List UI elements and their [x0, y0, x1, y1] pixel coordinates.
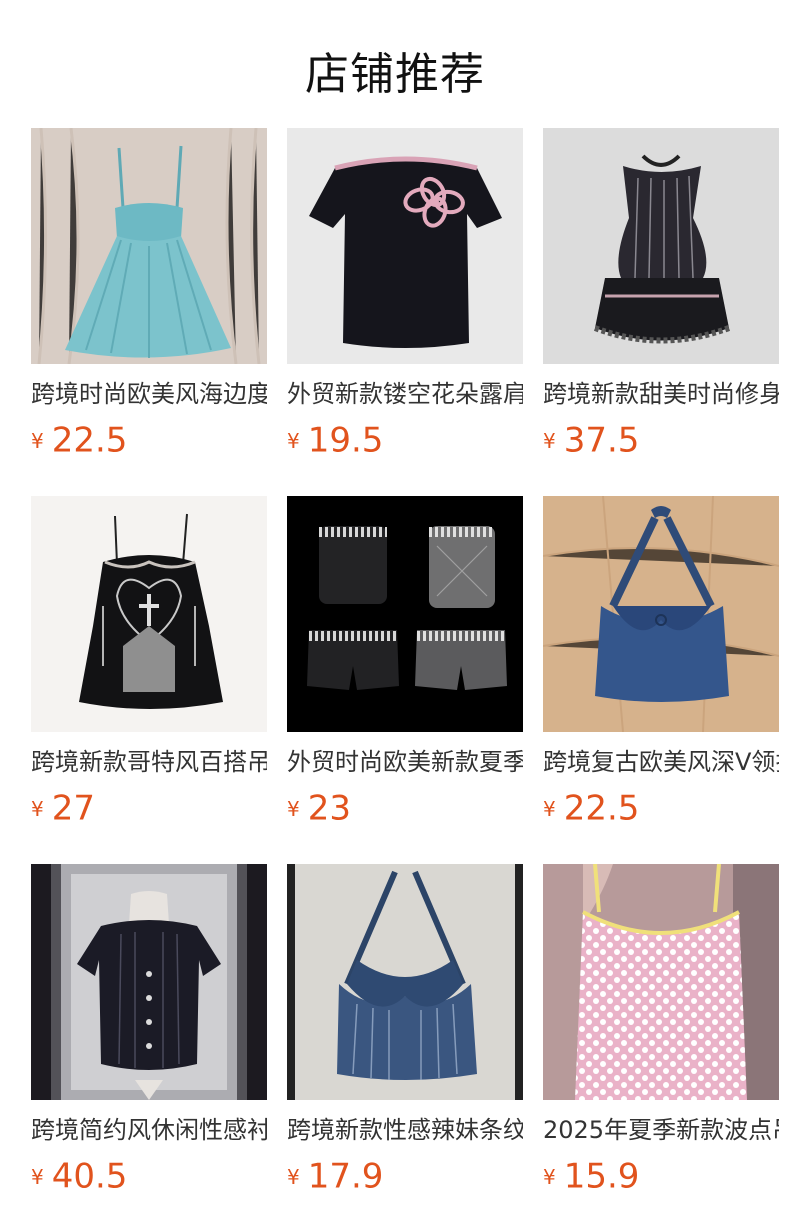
product-image[interactable] [287, 496, 523, 732]
product-price: ¥22.5 [31, 420, 267, 461]
product-name[interactable]: 跨境复古欧美风深V领挂脖上衣 [543, 746, 779, 778]
product-image[interactable] [287, 864, 523, 1100]
product-image[interactable] [31, 864, 267, 1100]
product-image[interactable] [543, 496, 779, 732]
currency-symbol: ¥ [31, 1164, 44, 1189]
product-image[interactable] [287, 128, 523, 364]
lace-bandeau-set-image [287, 496, 523, 732]
product-name[interactable]: 跨境新款性感辣妹条纹挂脖上衣 [287, 1114, 523, 1146]
product-card[interactable]: 外贸新款镂空花朵露肩短袖T恤 ¥19.5 [287, 128, 523, 478]
currency-symbol: ¥ [543, 796, 556, 821]
product-card[interactable]: 跨境复古欧美风深V领挂脖上衣 ¥22.5 [543, 496, 779, 846]
striped-halter-top-image [287, 864, 523, 1100]
price-value: 27 [51, 788, 95, 829]
product-name[interactable]: 跨境新款甜美时尚修身吊带连衣裙 [543, 378, 779, 410]
product-name[interactable]: 2025年夏季新款波点吊带背心 [543, 1114, 779, 1146]
black-flower-tee-image [287, 128, 523, 364]
header: 店铺推荐 [0, 0, 790, 128]
price-value: 37.5 [563, 420, 640, 461]
price-value: 22.5 [563, 788, 640, 829]
teal-slip-dress-image [31, 128, 267, 364]
black-pinstripe-blouse-image [31, 864, 267, 1100]
product-price: ¥17.9 [287, 1156, 523, 1197]
product-price: ¥40.5 [31, 1156, 267, 1197]
product-card[interactable]: 跨境新款哥特风百搭吊带连衣裙 ¥27 [31, 496, 267, 846]
currency-symbol: ¥ [31, 796, 44, 821]
currency-symbol: ¥ [31, 428, 44, 453]
price-value: 23 [307, 788, 351, 829]
product-name[interactable]: 跨境时尚欧美风海边度假吊带连衣裙 [31, 378, 267, 410]
product-price: ¥37.5 [543, 420, 779, 461]
product-card[interactable]: 跨境简约风休闲性感衬衫 ¥40.5 [31, 864, 267, 1214]
price-value: 17.9 [307, 1156, 384, 1197]
pinstripe-lace-dress-image [543, 128, 779, 364]
product-card[interactable]: 跨境新款甜美时尚修身吊带连衣裙 ¥37.5 [543, 128, 779, 478]
product-price: ¥22.5 [543, 788, 779, 829]
price-value: 15.9 [563, 1156, 640, 1197]
blue-halter-top-image [543, 496, 779, 732]
product-price: ¥15.9 [543, 1156, 779, 1197]
product-card[interactable]: 外贸时尚欧美新款夏季套装 ¥23 [287, 496, 523, 846]
price-value: 22.5 [51, 420, 128, 461]
gothic-print-dress-image [31, 496, 267, 732]
product-card[interactable]: 2025年夏季新款波点吊带背心 ¥15.9 [543, 864, 779, 1214]
product-image[interactable] [543, 864, 779, 1100]
product-price: ¥19.5 [287, 420, 523, 461]
product-image[interactable] [543, 128, 779, 364]
product-image[interactable] [31, 128, 267, 364]
product-name[interactable]: 外贸新款镂空花朵露肩短袖T恤 [287, 378, 523, 410]
currency-symbol: ¥ [287, 796, 300, 821]
product-name[interactable]: 跨境新款哥特风百搭吊带连衣裙 [31, 746, 267, 778]
currency-symbol: ¥ [543, 1164, 556, 1189]
product-image[interactable] [31, 496, 267, 732]
price-value: 40.5 [51, 1156, 128, 1197]
product-name[interactable]: 外贸时尚欧美新款夏季套装 [287, 746, 523, 778]
page-title: 店铺推荐 [305, 49, 485, 100]
price-value: 19.5 [307, 420, 384, 461]
currency-symbol: ¥ [543, 428, 556, 453]
product-price: ¥27 [31, 788, 267, 829]
currency-symbol: ¥ [287, 1164, 300, 1189]
currency-symbol: ¥ [287, 428, 300, 453]
pink-polka-cami-image [543, 864, 779, 1100]
product-price: ¥23 [287, 788, 523, 829]
product-name[interactable]: 跨境简约风休闲性感衬衫 [31, 1114, 267, 1146]
product-card[interactable]: 跨境新款性感辣妹条纹挂脖上衣 ¥17.9 [287, 864, 523, 1214]
product-card[interactable]: 跨境时尚欧美风海边度假吊带连衣裙 ¥22.5 [31, 128, 267, 478]
